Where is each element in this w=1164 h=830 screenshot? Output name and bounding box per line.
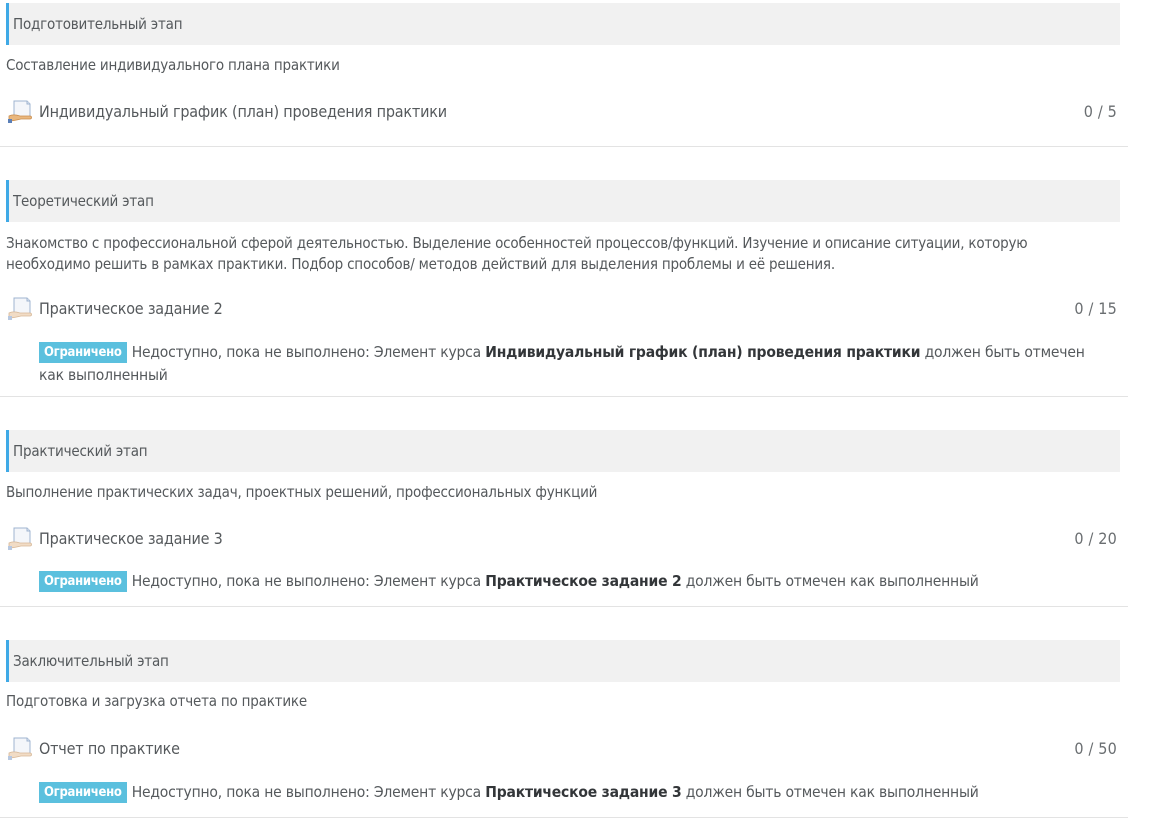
restricted-badge: Ограничено [39, 571, 127, 592]
section-title: Заключительный этап [13, 652, 169, 670]
activity-row[interactable]: Отчет по практике 0 / 50 [8, 735, 1120, 763]
activity-row[interactable]: Индивидуальный график (план) проведения … [8, 98, 1120, 126]
restriction-prefix: Недоступно, пока не выполнено: Элемент к… [131, 572, 482, 590]
restriction-item: Индивидуальный график (план) проведения … [485, 343, 921, 361]
restriction-item: Практическое задание 2 [485, 572, 682, 590]
restriction-suffix: должен быть отмечен как выполненный [685, 572, 979, 590]
activity-score: 0 / 20 [1074, 529, 1117, 548]
section-header-3: Практический этап [6, 430, 1120, 472]
section-header-1: Подготовительный этап [6, 3, 1120, 45]
section-header-4: Заключительный этап [6, 640, 1120, 682]
activity-row[interactable]: Практическое задание 2 0 / 15 [8, 295, 1120, 323]
activity-link[interactable]: Практическое задание 2 [39, 299, 223, 318]
section-divider [0, 146, 1128, 147]
restriction-info: Ограничено Недоступно, пока не выполнено:… [39, 781, 1099, 804]
section-title: Теоретический этап [13, 192, 154, 210]
activity-link[interactable]: Индивидуальный график (план) проведения … [39, 102, 447, 121]
section-divider [0, 396, 1128, 397]
restriction-info: Ограничено Недоступно, пока не выполнено:… [39, 341, 1099, 387]
assignment-icon [8, 527, 32, 550]
restriction-item: Практическое задание 3 [485, 783, 682, 801]
section-summary: Выполнение практических задач, проектных… [6, 483, 598, 501]
section-divider [0, 817, 1128, 818]
assignment-icon [8, 297, 32, 320]
activity-score: 0 / 15 [1074, 299, 1117, 318]
restricted-badge: Ограничено [39, 342, 127, 363]
restriction-suffix: должен быть отмечен как выполненный [685, 783, 979, 801]
section-divider [0, 606, 1128, 607]
section-summary: Подготовка и загрузка отчета по практике [6, 692, 307, 710]
section-summary: Знакомство с профессиональной сферой дея… [6, 234, 1028, 273]
assignment-icon [8, 100, 32, 123]
section-summary: Составление индивидуального плана практи… [6, 56, 340, 74]
assignment-icon [8, 737, 32, 760]
restriction-prefix: Недоступно, пока не выполнено: Элемент к… [131, 783, 482, 801]
activity-row[interactable]: Практическое задание 3 0 / 20 [8, 525, 1120, 553]
section-title: Подготовительный этап [13, 15, 183, 33]
section-header-2: Теоретический этап [6, 180, 1120, 222]
restriction-info: Ограничено Недоступно, пока не выполнено:… [39, 570, 1099, 593]
restriction-prefix: Недоступно, пока не выполнено: Элемент к… [131, 343, 482, 361]
activity-score: 0 / 5 [1083, 102, 1117, 121]
section-title: Практический этап [13, 442, 148, 460]
restricted-badge: Ограничено [39, 782, 127, 803]
activity-link[interactable]: Практическое задание 3 [39, 529, 223, 548]
activity-score: 0 / 50 [1074, 739, 1117, 758]
activity-link[interactable]: Отчет по практике [39, 739, 180, 758]
